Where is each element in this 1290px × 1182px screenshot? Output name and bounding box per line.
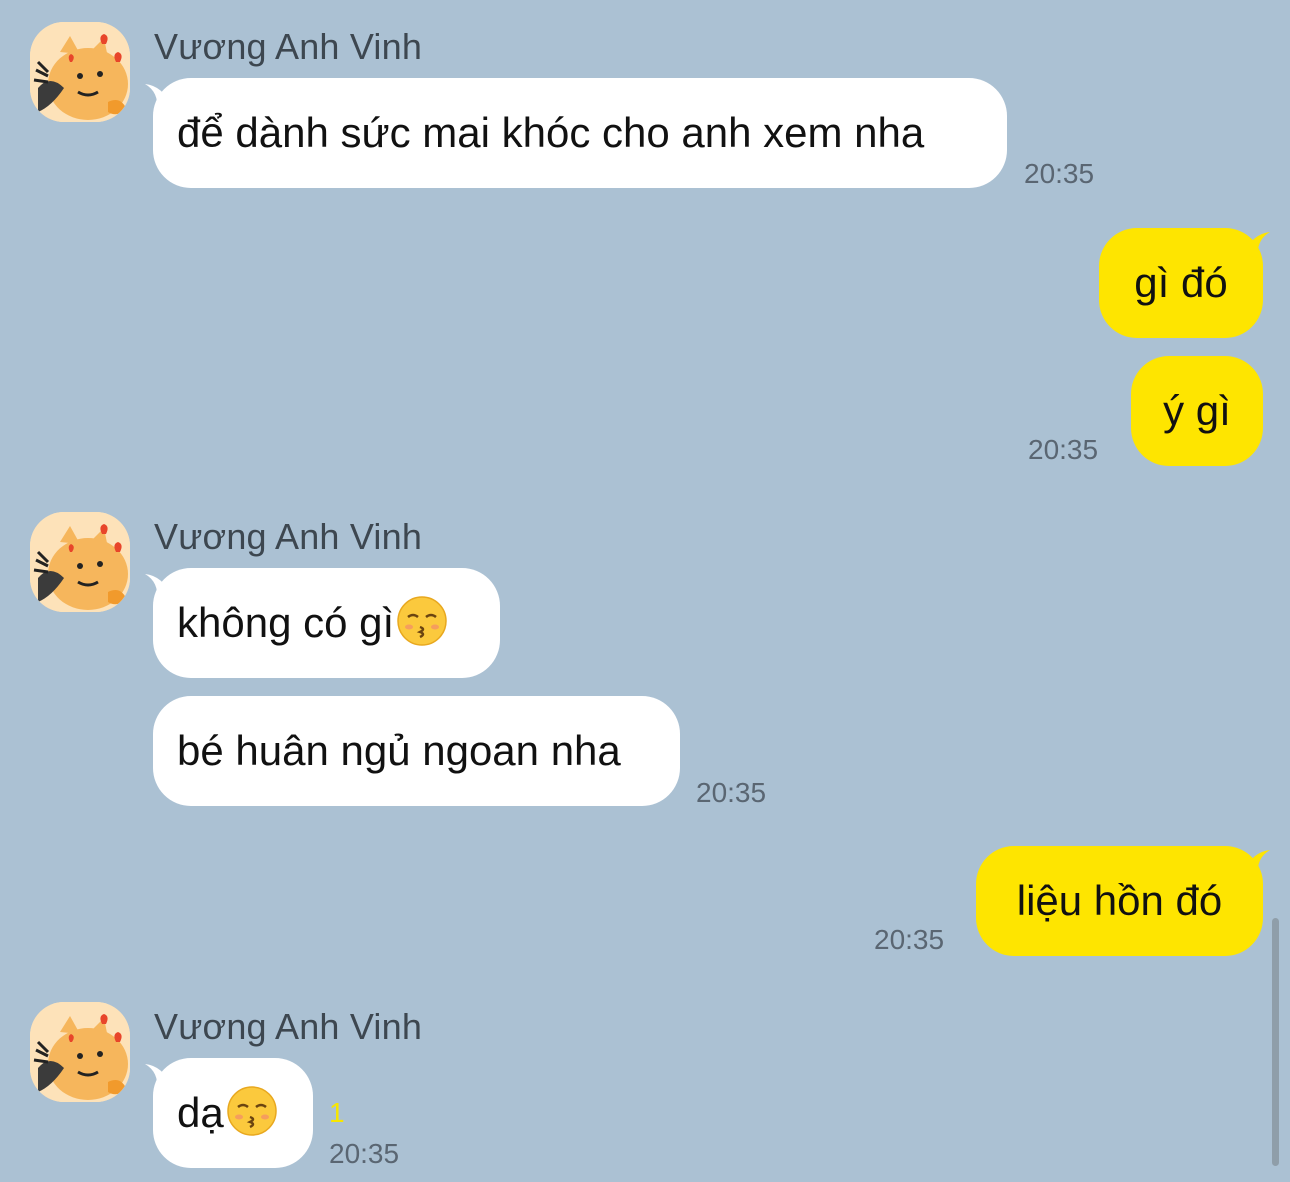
scrollbar[interactable]: [1272, 918, 1279, 1166]
message-bubble-incoming[interactable]: để dành sức mai khóc cho anh xem nha: [153, 78, 1007, 188]
message-text: liệu hồn đó: [1016, 877, 1223, 924]
message-text: để dành sức mai khóc cho anh xem nha: [177, 109, 925, 156]
bubble-tail: [1244, 850, 1270, 876]
avatar[interactable]: [30, 1002, 130, 1102]
message-text: không có gì: [177, 599, 395, 646]
message-bubble-incoming[interactable]: bé huân ngủ ngoan nha: [153, 696, 680, 806]
sender-name: Vương Anh Vinh: [154, 1006, 423, 1047]
message-bubble-incoming[interactable]: không có gì: [153, 568, 500, 678]
sender-name: Vương Anh Vinh: [154, 516, 423, 557]
unread-count: 1: [329, 1097, 345, 1128]
avatar[interactable]: [30, 512, 130, 612]
message-timestamp: 20:35: [1028, 434, 1099, 465]
kissing-face-emoji-icon: [396, 595, 448, 647]
message-bubble-outgoing[interactable]: gì đó: [1099, 228, 1263, 338]
message-text: bé huân ngủ ngoan nha: [177, 727, 621, 774]
message-timestamp: 20:35: [696, 777, 767, 808]
message-text: dạ: [177, 1089, 224, 1136]
avatar[interactable]: [30, 22, 130, 122]
sender-name: Vương Anh Vinh: [154, 26, 423, 67]
message-timestamp: 20:35: [874, 924, 945, 955]
kissing-face-emoji-icon: [226, 1085, 278, 1137]
cat-avatar-icon: [30, 1002, 130, 1102]
message-text: gì đó: [1134, 259, 1228, 306]
message-bubble-outgoing[interactable]: ý gì: [1131, 356, 1263, 466]
message-bubble-incoming[interactable]: dạ: [153, 1058, 313, 1168]
cat-avatar-icon: [30, 512, 130, 612]
message-text: ý gì: [1163, 387, 1231, 434]
message-bubble-outgoing[interactable]: liệu hồn đó: [976, 846, 1263, 956]
bubble-tail: [1244, 232, 1270, 258]
message-timestamp: 20:35: [1024, 158, 1095, 189]
message-timestamp: 20:35: [329, 1138, 400, 1169]
cat-avatar-icon: [30, 22, 130, 122]
